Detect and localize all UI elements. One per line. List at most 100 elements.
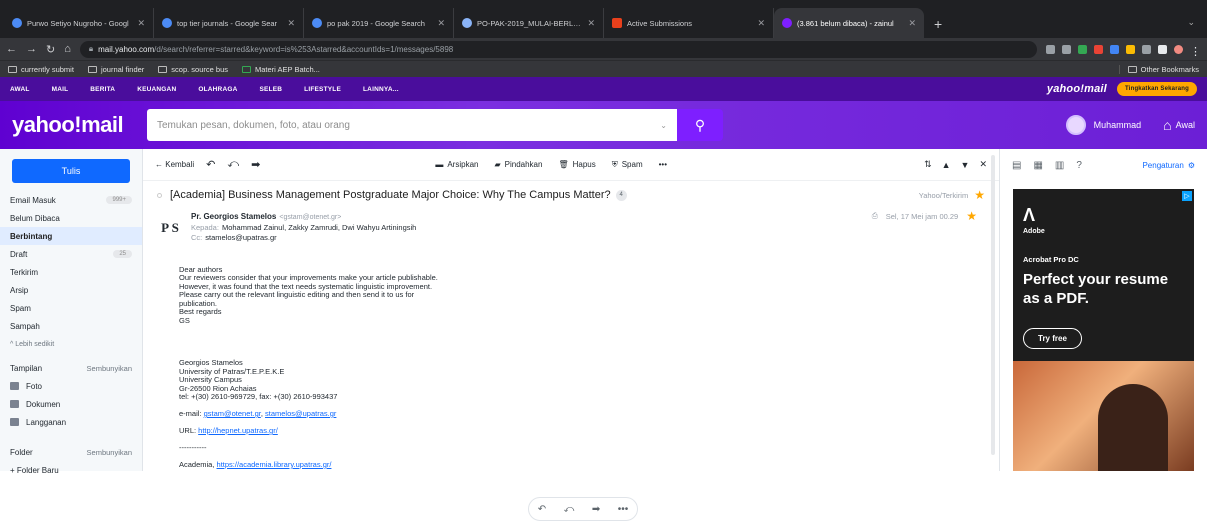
bookmark-star-icon[interactable]	[1062, 44, 1071, 54]
archive-button[interactable]: ▬ Arsipkan	[435, 160, 478, 169]
forward-icon[interactable]: →	[26, 43, 37, 55]
print-icon[interactable]: ⎙	[872, 211, 878, 221]
sidebar-item-inbox[interactable]: Email Masuk 999+	[0, 191, 142, 209]
star-icon[interactable]: ★	[974, 188, 985, 202]
help-icon[interactable]: ?	[1076, 160, 1082, 171]
bookmark-item[interactable]: journal finder	[87, 65, 144, 74]
compose-button[interactable]: Tulis	[12, 159, 130, 183]
scrollbar[interactable]	[991, 155, 995, 455]
nav-lifestyle[interactable]: LIFESTYLE	[304, 86, 341, 93]
bookmark-item[interactable]: currently submit	[8, 65, 74, 74]
email-link[interactable]: gstam@otenet.gr	[204, 409, 261, 418]
hide-folders-link[interactable]: Sembunyikan	[87, 448, 132, 457]
sidebar-item-spam[interactable]: Spam	[0, 299, 142, 317]
contacts-icon[interactable]: ▤	[1012, 160, 1021, 171]
extension-icon[interactable]	[1078, 44, 1087, 54]
nav-seleb[interactable]: SELEB	[260, 86, 283, 93]
close-tab-icon[interactable]: ✕	[287, 18, 295, 29]
settings-button[interactable]: Pengaturan ⚙	[1142, 161, 1195, 170]
sender[interactable]: Pr. Georgios Stamelos <gstam@otenet.gr>	[191, 211, 416, 223]
search-button[interactable]: ⚲	[677, 109, 723, 141]
sidebar-item-photos[interactable]: Foto	[0, 377, 142, 395]
hide-views-link[interactable]: Sembunyikan	[87, 364, 132, 373]
close-tab-icon[interactable]: ✕	[908, 18, 916, 29]
show-less-link[interactable]: ^ Lebih sedikit	[0, 335, 142, 353]
home-icon[interactable]: ⌂	[64, 43, 71, 55]
yahoo-mail-pro-logo[interactable]: yahoo!mail	[1047, 83, 1107, 95]
nav-keuangan[interactable]: KEUANGAN	[137, 86, 176, 93]
sidebar-item-sent[interactable]: Terkirim	[0, 263, 142, 281]
home-link[interactable]: ⌂ Awal	[1163, 117, 1195, 133]
upgrade-button[interactable]: Tingkatkan Sekarang	[1116, 82, 1197, 96]
prev-message-icon[interactable]: ▲	[942, 160, 951, 170]
user-name[interactable]: Muhammad	[1094, 120, 1142, 130]
close-tab-icon[interactable]: ✕	[757, 18, 765, 29]
bookmark-item[interactable]: scop. source bus	[158, 65, 228, 74]
move-button[interactable]: ▰ Pindahkan	[494, 160, 542, 169]
spam-button[interactable]: ⛨ Spam	[612, 160, 643, 170]
advertisement[interactable]: ▷ Λ Adobe Acrobat Pro DC Perfect your re…	[1013, 189, 1194, 471]
ad-cta-button[interactable]: Try free	[1023, 328, 1082, 349]
star-icon[interactable]: ★	[966, 209, 977, 223]
tab-search-icon[interactable]: ⌄	[1175, 17, 1207, 38]
nav-berita[interactable]: BERITA	[90, 86, 115, 93]
close-tab-icon[interactable]: ✕	[587, 18, 595, 29]
extension-icon[interactable]	[1110, 44, 1119, 54]
nav-lainnya[interactable]: LAINNYA...	[363, 86, 399, 93]
browser-tab[interactable]: top tier journals - Google Sear ✕	[154, 8, 304, 38]
new-folder-button[interactable]: + Folder Baru	[0, 461, 142, 479]
share-icon[interactable]	[1046, 44, 1055, 54]
extension-icon[interactable]	[1126, 44, 1135, 54]
calendar-icon[interactable]: ▦	[1033, 160, 1042, 171]
close-tab-icon[interactable]: ✕	[137, 18, 145, 29]
email-link[interactable]: stamelos@upatras.gr	[265, 409, 336, 418]
extension-icon[interactable]	[1142, 44, 1151, 54]
forward-icon[interactable]: ➡	[592, 504, 600, 515]
sidebar-item-archive[interactable]: Arsip	[0, 281, 142, 299]
chevron-down-icon[interactable]: ⌄	[660, 121, 667, 130]
delete-button[interactable]: 🗑︎ Hapus	[558, 160, 595, 169]
sidebar-item-trash[interactable]: Sampah	[0, 317, 142, 335]
reply-all-icon[interactable]: ⤺	[227, 158, 239, 171]
menu-icon[interactable]: ⋮	[1190, 45, 1201, 58]
nav-awal[interactable]: AWAL	[10, 86, 30, 93]
browser-tab[interactable]: PO-PAK-2019_MULAI-BERLAK ✕	[454, 8, 604, 38]
sidebar-item-subscriptions[interactable]: Langganan	[0, 413, 142, 431]
academia-link[interactable]: https://academia.library.upatras.gr/	[217, 460, 332, 469]
more-icon[interactable]: •••	[618, 504, 629, 515]
sidebar-item-starred[interactable]: Berbintang	[0, 227, 142, 245]
user-menu[interactable]: Muhammad ⌂ Awal	[1065, 115, 1195, 135]
browser-tab[interactable]: Purwo Setiyo Nugroho - Googl ✕	[4, 8, 154, 38]
notepad-icon[interactable]: ▥	[1055, 160, 1064, 171]
sidebar-item-unread[interactable]: Belum Dibaca	[0, 209, 142, 227]
extensions-puzzle-icon[interactable]	[1158, 44, 1167, 54]
reply-all-icon[interactable]: ⤺	[564, 504, 575, 515]
bookmark-item[interactable]: Materi AEP Batch...	[242, 65, 320, 74]
close-icon[interactable]: ✕	[979, 159, 987, 170]
close-tab-icon[interactable]: ✕	[437, 18, 445, 29]
avatar[interactable]	[1065, 115, 1086, 135]
other-bookmarks[interactable]: Other Bookmarks	[1118, 64, 1199, 74]
browser-tab[interactable]: Active Submissions ✕	[604, 8, 774, 38]
back-icon[interactable]: ←	[6, 43, 17, 55]
sidebar-item-drafts[interactable]: Draft 25	[0, 245, 142, 263]
expand-icon[interactable]: ⇅	[924, 159, 932, 170]
more-button[interactable]: •••	[659, 160, 667, 169]
nav-olahraga[interactable]: OLAHRAGA	[198, 86, 237, 93]
back-button[interactable]: ← Kembali	[155, 160, 194, 169]
url-field[interactable]: 🔒︎ mail.yahoo.com/d/search/referrer=starr…	[79, 40, 1037, 58]
next-message-icon[interactable]: ▼	[961, 160, 970, 170]
nav-mail[interactable]: MAIL	[52, 86, 69, 93]
url-link[interactable]: http://hepnet.upatras.gr/	[198, 426, 278, 435]
search-input[interactable]: Temukan pesan, dokumen, foto, atau orang…	[147, 109, 677, 141]
reload-icon[interactable]: ↻	[46, 43, 55, 56]
yahoo-mail-logo[interactable]: yahoo!mail	[12, 112, 147, 138]
reply-icon[interactable]: ↶	[206, 158, 215, 171]
profile-avatar[interactable]	[1174, 44, 1183, 54]
ad-choices-icon[interactable]: ▷	[1182, 191, 1192, 201]
browser-tab-active[interactable]: (3.861 belum dibaca) - zainul ✕	[774, 8, 924, 38]
new-tab-button[interactable]: +	[924, 16, 952, 38]
read-status-dot[interactable]	[157, 192, 162, 198]
extension-icon[interactable]	[1094, 44, 1103, 54]
browser-tab[interactable]: po pak 2019 - Google Search ✕	[304, 8, 454, 38]
